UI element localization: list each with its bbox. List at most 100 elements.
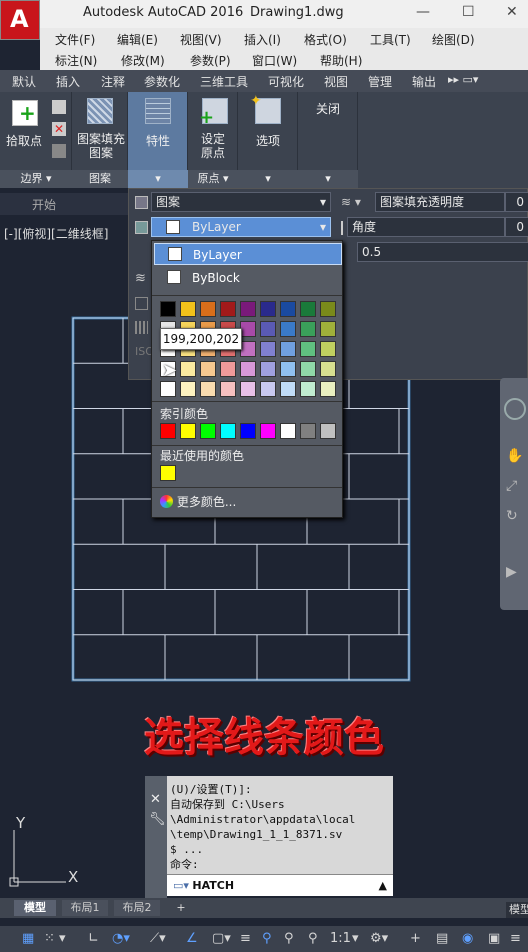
menu-format[interactable]: 格式(O) xyxy=(304,31,347,48)
palette-swatch[interactable] xyxy=(240,321,256,337)
hatch-type-select[interactable]: 图案 ▾ xyxy=(151,192,331,212)
palette-swatch[interactable] xyxy=(260,361,276,377)
autoscale-icon[interactable]: ⚲ xyxy=(308,931,318,946)
options-button[interactable]: 选项 xyxy=(238,132,298,149)
transparency-value[interactable]: 0 xyxy=(505,192,528,212)
customize-wrench-icon[interactable]: 🔧︎ xyxy=(149,812,166,827)
palette-swatch[interactable] xyxy=(320,381,336,397)
close-expand-icon[interactable]: ▾ xyxy=(298,170,358,188)
index-color-swatch[interactable] xyxy=(200,423,216,439)
hatch-pattern-button[interactable]: 图案填充 图案 xyxy=(76,132,126,160)
tab-layout2[interactable]: 布局2 xyxy=(114,900,160,916)
tab-3d-tools[interactable]: 三维工具 xyxy=(200,73,248,90)
tab-view[interactable]: 视图 xyxy=(324,73,348,90)
index-color-swatch[interactable] xyxy=(160,423,176,439)
tab-layout1[interactable]: 布局1 xyxy=(62,900,108,916)
scale-value[interactable]: 0.5 xyxy=(357,242,528,262)
palette-swatch[interactable] xyxy=(260,321,276,337)
index-color-swatch[interactable] xyxy=(300,423,316,439)
palette-swatch[interactable] xyxy=(200,381,216,397)
menu-insert[interactable]: 插入(I) xyxy=(244,31,281,48)
palette-swatch[interactable] xyxy=(280,361,296,377)
palette-swatch[interactable] xyxy=(300,381,316,397)
model-space-button[interactable]: 模型 xyxy=(506,902,528,918)
palette-swatch[interactable] xyxy=(280,381,296,397)
palette-swatch[interactable] xyxy=(240,301,256,317)
recreate-icon[interactable] xyxy=(52,144,66,158)
palette-swatch[interactable] xyxy=(280,321,296,337)
object-snap-icon[interactable]: ▢▾ xyxy=(212,931,231,946)
hatch-pattern-icon[interactable] xyxy=(87,98,113,124)
viewport-controls[interactable]: [-][俯视][二维线框] xyxy=(4,225,108,242)
menu-draw[interactable]: 绘图(D) xyxy=(432,31,475,48)
pick-point-icon[interactable]: + xyxy=(12,100,38,126)
palette-swatch[interactable] xyxy=(320,361,336,377)
pick-point-button[interactable]: 拾取点 xyxy=(6,132,42,149)
lineweight-icon[interactable]: ≡ xyxy=(240,931,251,946)
recent-color-yellow[interactable] xyxy=(160,465,176,481)
index-color-swatch[interactable] xyxy=(220,423,236,439)
options-expand-icon[interactable]: ▾ xyxy=(238,170,298,188)
hardware-accel-icon[interactable]: ◉ xyxy=(462,931,473,946)
menu-dimension[interactable]: 标注(N) xyxy=(55,52,97,69)
close-hatch-button[interactable]: 关闭 xyxy=(298,100,358,117)
remove-icon[interactable]: ✕ xyxy=(52,122,66,136)
menu-parametric[interactable]: 参数(P) xyxy=(190,52,231,69)
palette-swatch[interactable] xyxy=(220,361,236,377)
palette-swatch[interactable] xyxy=(240,341,256,357)
origin-panel-label[interactable]: 原点 ▾ xyxy=(188,170,238,188)
tab-default[interactable]: 默认 xyxy=(12,73,36,90)
menu-window[interactable]: 窗口(W) xyxy=(252,52,297,69)
palette-swatch[interactable] xyxy=(320,341,336,357)
index-color-swatch[interactable] xyxy=(240,423,256,439)
tab-parametric[interactable]: 参数化 xyxy=(144,73,180,90)
index-color-swatch[interactable] xyxy=(180,423,196,439)
palette-swatch[interactable] xyxy=(220,301,236,317)
command-input[interactable]: ▭▾ HATCH ▲ xyxy=(167,874,393,896)
tab-output[interactable]: 输出 xyxy=(412,73,436,90)
ortho-icon[interactable]: ∟ xyxy=(88,931,99,946)
palette-swatch[interactable] xyxy=(300,301,316,317)
palette-swatch[interactable] xyxy=(260,301,276,317)
index-color-swatch[interactable] xyxy=(280,423,296,439)
workspace-gear-icon[interactable]: ⚙▾ xyxy=(370,931,388,946)
snap-mode-icon[interactable]: ⁙ ▾ xyxy=(44,931,66,946)
option-bylayer[interactable]: ByLayer xyxy=(154,243,342,265)
palette-swatch[interactable] xyxy=(220,381,236,397)
start-tab[interactable]: 开始 xyxy=(0,193,128,215)
grid-display-icon[interactable]: ▦ xyxy=(22,931,34,946)
tab-model[interactable]: 模型 xyxy=(14,900,56,916)
annovisibility-icon[interactable]: ⚲ xyxy=(284,931,294,946)
set-origin-icon[interactable]: + xyxy=(199,98,228,128)
showmotion-icon[interactable]: ▶ xyxy=(506,564,517,580)
palette-swatch[interactable] xyxy=(160,301,176,317)
menu-tools[interactable]: 工具(T) xyxy=(370,31,411,48)
properties-button[interactable]: 特性 xyxy=(128,132,188,149)
index-color-swatch[interactable] xyxy=(260,423,276,439)
annotation-icon[interactable]: ⚲ xyxy=(262,931,272,946)
isodraft-icon[interactable]: ⟋▾ xyxy=(150,931,166,946)
properties-panel[interactable]: 特性 ▾ xyxy=(128,92,188,188)
tab-insert[interactable]: 插入 xyxy=(56,73,80,90)
palette-swatch[interactable] xyxy=(300,341,316,357)
isolate-icon[interactable]: ▤ xyxy=(436,931,448,946)
menu-help[interactable]: 帮助(H) xyxy=(320,52,362,69)
palette-swatch[interactable] xyxy=(240,381,256,397)
option-byblock[interactable]: ByBlock xyxy=(154,267,342,289)
menu-view[interactable]: 视图(V) xyxy=(180,31,222,48)
more-colors-button[interactable]: 更多颜色... xyxy=(160,493,236,510)
palette-swatch[interactable] xyxy=(160,381,176,397)
hatch-color-select[interactable]: ByLayer ▾ xyxy=(151,217,331,237)
tab-annotate[interactable]: 注释 xyxy=(101,73,125,90)
tab-manage[interactable]: 管理 xyxy=(368,73,392,90)
menu-file[interactable]: 文件(F) xyxy=(55,31,95,48)
palette-swatch[interactable] xyxy=(320,301,336,317)
polar-tracking-icon[interactable]: ◔▾ xyxy=(112,931,130,946)
tab-visualize[interactable]: 可视化 xyxy=(268,73,304,90)
menu-modify[interactable]: 修改(M) xyxy=(121,52,165,69)
palette-swatch[interactable] xyxy=(300,321,316,337)
minimize-button[interactable]: — xyxy=(416,4,430,20)
palette-swatch[interactable] xyxy=(320,321,336,337)
scale-dropdown-icon[interactable]: ▾ xyxy=(352,931,359,946)
properties-icon[interactable] xyxy=(145,98,171,124)
